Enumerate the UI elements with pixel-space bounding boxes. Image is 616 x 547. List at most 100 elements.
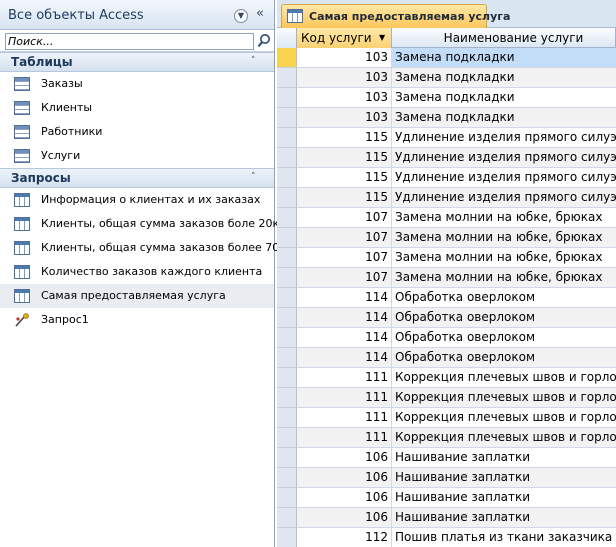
cell-name[interactable]: Замена молнии на юбке, брюках — [392, 228, 616, 248]
cell-code[interactable]: 106 — [297, 468, 392, 488]
cell-code[interactable]: 114 — [297, 328, 392, 348]
table-row[interactable]: 106 Нашивание заплатки — [277, 508, 616, 528]
record-selector[interactable] — [277, 248, 297, 268]
record-selector[interactable] — [277, 48, 297, 68]
record-selector[interactable] — [277, 108, 297, 128]
record-selector[interactable] — [277, 188, 297, 208]
record-selector[interactable] — [277, 368, 297, 388]
cell-name[interactable]: Замена подкладки — [392, 48, 616, 68]
cell-name[interactable]: Замена молнии на юбке, брюках — [392, 248, 616, 268]
cell-name[interactable]: Коррекция плечевых швов и горло — [392, 368, 616, 388]
nav-item[interactable]: Запрос1 — [0, 308, 274, 332]
table-row[interactable]: 111 Коррекция плечевых швов и горло — [277, 408, 616, 428]
collapse-group-icon[interactable]: ˄ — [251, 56, 256, 66]
cell-name[interactable]: Нашивание заплатки — [392, 488, 616, 508]
cell-code[interactable]: 107 — [297, 208, 392, 228]
record-selector[interactable] — [277, 508, 297, 528]
table-row[interactable]: 111 Коррекция плечевых швов и горло — [277, 428, 616, 448]
table-row[interactable]: 103 Замена подкладки — [277, 108, 616, 128]
cell-name[interactable]: Коррекция плечевых швов и горло — [392, 408, 616, 428]
table-row[interactable]: 111 Коррекция плечевых швов и горло — [277, 368, 616, 388]
cell-code[interactable]: 115 — [297, 188, 392, 208]
cell-code[interactable]: 103 — [297, 108, 392, 128]
table-row[interactable]: 107 Замена молнии на юбке, брюках — [277, 208, 616, 228]
record-selector[interactable] — [277, 168, 297, 188]
nav-item[interactable]: Количество заказов каждого клиента — [0, 260, 274, 284]
cell-name[interactable]: Удлинение изделия прямого силуэ — [392, 148, 616, 168]
table-row[interactable]: 115 Удлинение изделия прямого силуэ — [277, 128, 616, 148]
record-selector[interactable] — [277, 268, 297, 288]
cell-code[interactable]: 103 — [297, 88, 392, 108]
cell-name[interactable]: Замена молнии на юбке, брюках — [392, 268, 616, 288]
cell-name[interactable]: Нашивание заплатки — [392, 448, 616, 468]
table-row[interactable]: 114 Обработка оверлоком — [277, 308, 616, 328]
record-selector[interactable] — [277, 148, 297, 168]
cell-name[interactable]: Пошив платья из ткани заказчика — [392, 528, 616, 547]
cell-code[interactable]: 115 — [297, 148, 392, 168]
nav-item[interactable]: Заказы — [0, 72, 274, 96]
cell-code[interactable]: 107 — [297, 248, 392, 268]
cell-code[interactable]: 107 — [297, 268, 392, 288]
cell-code[interactable]: 111 — [297, 428, 392, 448]
table-row[interactable]: 115 Удлинение изделия прямого силуэ — [277, 168, 616, 188]
table-row[interactable]: 107 Замена молнии на юбке, брюках — [277, 268, 616, 288]
cell-code[interactable]: 111 — [297, 388, 392, 408]
cell-name[interactable]: Нашивание заплатки — [392, 468, 616, 488]
nav-item[interactable]: Клиенты, общая сумма заказов более 70... — [0, 236, 290, 260]
table-row[interactable]: 114 Обработка оверлоком — [277, 288, 616, 308]
cell-code[interactable]: 112 — [297, 528, 392, 547]
record-selector[interactable] — [277, 128, 297, 148]
record-selector[interactable] — [277, 288, 297, 308]
nav-item[interactable]: Клиенты, общая сумма заказов боле 20к — [0, 212, 279, 236]
column-header-code[interactable]: Код услуги ▼ — [297, 28, 392, 48]
cell-code[interactable]: 115 — [297, 128, 392, 148]
table-row[interactable]: 107 Замена молнии на юбке, брюках — [277, 248, 616, 268]
table-row[interactable]: 115 Удлинение изделия прямого силуэ — [277, 188, 616, 208]
search-input[interactable] — [5, 33, 254, 50]
table-row[interactable]: 103 Замена подкладки — [277, 88, 616, 108]
record-selector[interactable] — [277, 468, 297, 488]
cell-code[interactable]: 103 — [297, 48, 392, 68]
record-selector[interactable] — [277, 228, 297, 248]
collapse-pane-icon[interactable]: « — [256, 7, 264, 21]
nav-item[interactable]: Клиенты — [0, 96, 274, 120]
record-selector[interactable] — [277, 388, 297, 408]
cell-name[interactable]: Удлинение изделия прямого силуэ — [392, 168, 616, 188]
record-selector[interactable] — [277, 308, 297, 328]
nav-group-header[interactable]: Запросы ˄ — [0, 168, 274, 188]
column-header-name[interactable]: Наименование услуги — [392, 28, 616, 48]
table-row[interactable]: 106 Нашивание заплатки — [277, 448, 616, 468]
cell-code[interactable]: 111 — [297, 368, 392, 388]
cell-code[interactable]: 115 — [297, 168, 392, 188]
cell-name[interactable]: Замена подкладки — [392, 108, 616, 128]
cell-code[interactable]: 106 — [297, 508, 392, 528]
nav-item[interactable]: Самая предоставляемая услуга — [0, 284, 274, 308]
cell-code[interactable]: 114 — [297, 288, 392, 308]
record-selector[interactable] — [277, 528, 297, 547]
cell-name[interactable]: Нашивание заплатки — [392, 508, 616, 528]
cell-name[interactable]: Коррекция плечевых швов и горло — [392, 388, 616, 408]
nav-title[interactable]: Все объекты Access — [8, 8, 144, 23]
table-row[interactable]: 114 Обработка оверлоком — [277, 328, 616, 348]
tab-query-most-provided-service[interactable]: Самая предоставляемая услуга — [281, 4, 510, 28]
record-selector[interactable] — [277, 448, 297, 468]
table-row[interactable]: 103 Замена подкладки — [277, 68, 616, 88]
table-row[interactable]: 106 Нашивание заплатки — [277, 488, 616, 508]
cell-name[interactable]: Замена подкладки — [392, 88, 616, 108]
table-row[interactable]: 106 Нашивание заплатки — [277, 468, 616, 488]
cell-name[interactable]: Замена подкладки — [392, 68, 616, 88]
search-icon[interactable] — [257, 33, 271, 49]
cell-code[interactable]: 106 — [297, 448, 392, 468]
sort-dropdown-icon[interactable]: ▼ — [379, 28, 385, 48]
table-row[interactable]: 107 Замена молнии на юбке, брюках — [277, 228, 616, 248]
record-selector[interactable] — [277, 408, 297, 428]
record-selector[interactable] — [277, 88, 297, 108]
cell-code[interactable]: 111 — [297, 408, 392, 428]
select-all-corner[interactable] — [277, 28, 297, 48]
table-row[interactable]: 111 Коррекция плечевых швов и горло — [277, 388, 616, 408]
cell-code[interactable]: 103 — [297, 68, 392, 88]
cell-name[interactable]: Коррекция плечевых швов и горло — [392, 428, 616, 448]
cell-name[interactable]: Обработка оверлоком — [392, 348, 616, 368]
cell-code[interactable]: 114 — [297, 308, 392, 328]
cell-name[interactable]: Обработка оверлоком — [392, 308, 616, 328]
